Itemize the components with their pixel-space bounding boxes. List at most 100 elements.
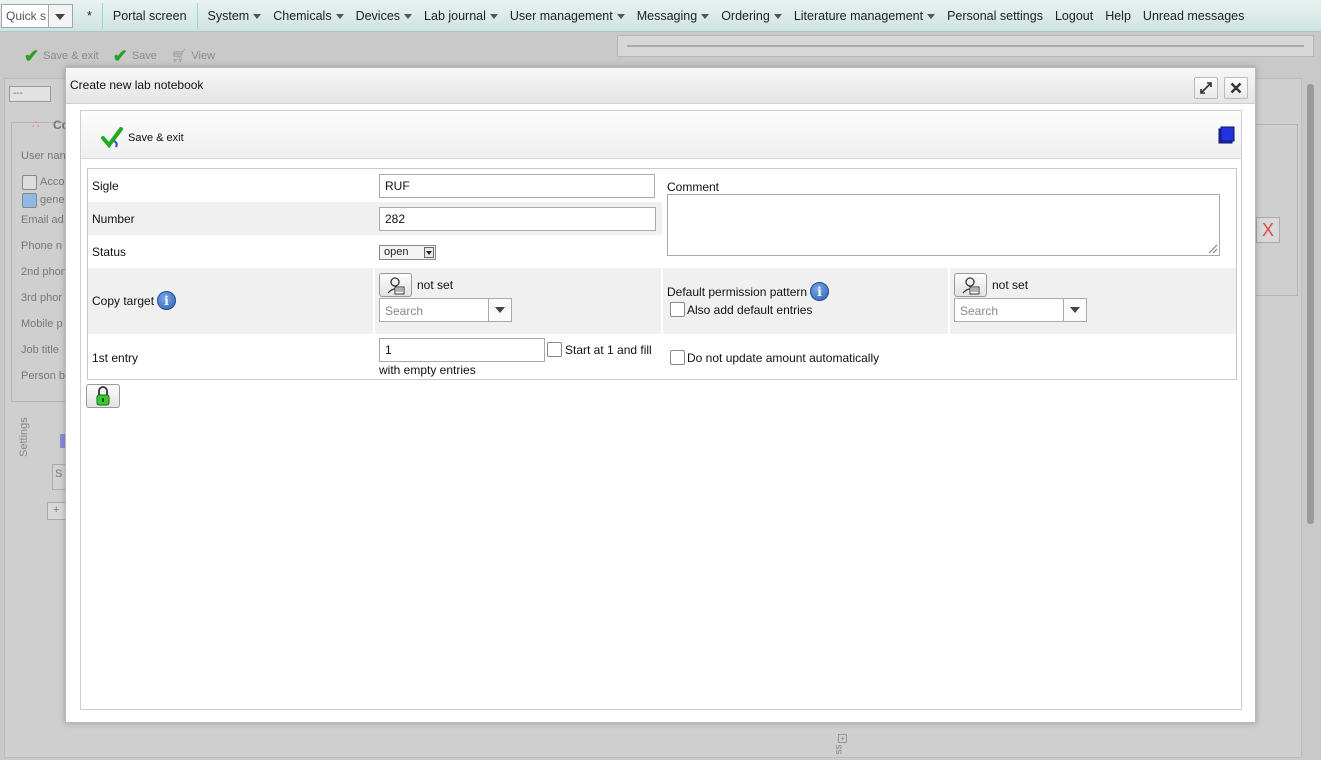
page-scrollbar[interactable] xyxy=(1306,84,1316,754)
background-progress-area xyxy=(617,35,1314,57)
menu-item-literature-management[interactable]: Literature management xyxy=(788,0,941,32)
menu-item-chemicals[interactable]: Chemicals xyxy=(267,0,349,32)
menu-item-devices[interactable]: Devices xyxy=(350,0,418,32)
bg-settings-button[interactable]: S xyxy=(52,464,66,490)
menu-item-label: Literature management xyxy=(793,8,924,23)
expand-arrows-icon xyxy=(1200,82,1212,94)
bg-settings-tab[interactable]: Settings xyxy=(18,417,30,457)
book-icon[interactable] xyxy=(1217,126,1235,144)
menu-item-help[interactable]: Help xyxy=(1099,0,1137,32)
status-select[interactable]: open xyxy=(379,245,436,260)
menu-item-label: System xyxy=(207,8,250,23)
chevron-down-icon xyxy=(616,14,625,19)
comment-label: Comment xyxy=(667,180,720,194)
menu-item-label: Logout xyxy=(1054,8,1094,23)
bg-checkbox-checked[interactable] xyxy=(22,193,37,208)
start-at-1-label: Start at 1 and fill xyxy=(565,343,652,357)
expand-icon: + xyxy=(838,734,847,743)
chevron-down-icon xyxy=(495,307,505,313)
bg-bottom-tab[interactable]: + ss xyxy=(820,732,874,756)
quick-search: Quick s xyxy=(1,3,73,28)
bg-field-label: 2nd phon xyxy=(21,266,67,278)
default-permission-search-placeholder: Search xyxy=(960,304,999,318)
bg-field-label: User nan xyxy=(21,150,66,162)
do-not-update-checkbox[interactable] xyxy=(670,350,685,365)
quick-search-input[interactable]: Quick s xyxy=(1,3,49,28)
checkmark-icon: ✔ xyxy=(112,46,128,66)
bg-checkbox[interactable] xyxy=(22,175,37,190)
menu-item-personal-settings[interactable]: Personal settings xyxy=(941,0,1049,32)
menu-item-label: Devices xyxy=(355,8,401,23)
bg-field-label: Mobile p xyxy=(21,318,63,330)
close-icon xyxy=(1230,82,1242,94)
users-icon: ⛬ xyxy=(32,118,40,130)
also-add-default-checkbox[interactable] xyxy=(670,302,685,317)
menu-item-unread-messages[interactable]: Unread messages xyxy=(1137,0,1250,32)
bg-add-button[interactable]: + xyxy=(47,502,66,520)
copy-target-search-placeholder: Search xyxy=(385,304,424,318)
menu-item-system[interactable]: System xyxy=(202,0,268,32)
bg-save-exit-button[interactable]: ✔ Save & exit xyxy=(24,47,99,65)
bg-save-button[interactable]: ✔ Save xyxy=(113,47,157,65)
menu-item-ordering[interactable]: Ordering xyxy=(715,0,788,32)
menu-item-label: Personal settings xyxy=(947,8,1043,23)
dialog-titlebar[interactable]: Create new lab notebook xyxy=(66,68,1255,104)
first-entry-label: 1st entry xyxy=(92,351,139,365)
start-at-1-checkbox[interactable] xyxy=(547,342,562,357)
bg-field-label: Acco xyxy=(40,176,65,188)
bg-view-label: View xyxy=(191,50,216,62)
menu-item-label: Unread messages xyxy=(1142,8,1245,23)
chevron-down-icon xyxy=(404,14,413,19)
menu-item-label: Help xyxy=(1105,8,1131,23)
status-label: Status xyxy=(92,245,127,259)
bg-save-label: Save xyxy=(131,50,157,62)
also-add-default-label: Also add default entries xyxy=(687,303,813,317)
start-at-1-label-continued: with empty entries xyxy=(379,363,476,377)
bg-right-panel xyxy=(1254,124,1298,296)
default-permission-label: Default permission pattern xyxy=(667,285,808,299)
menu-item-logout[interactable]: Logout xyxy=(1049,0,1099,32)
info-icon[interactable]: i xyxy=(810,282,829,301)
copy-target-search-dropdown[interactable] xyxy=(488,299,511,321)
user-picker-icon xyxy=(387,277,405,295)
copy-target-pick-button[interactable] xyxy=(379,273,412,297)
create-lab-notebook-dialog: Create new lab notebook Save & exit Sigl… xyxy=(65,67,1256,723)
user-picker-icon xyxy=(962,277,980,295)
menu-item-user-management[interactable]: User management xyxy=(504,0,631,32)
menu-separator xyxy=(196,2,198,29)
menu-item-label: Chemicals xyxy=(273,8,332,23)
copy-target-search[interactable]: Search xyxy=(379,298,512,322)
menu-item-lab-journal[interactable]: Lab journal xyxy=(418,0,504,32)
menu-item-portal-screen[interactable]: Portal screen xyxy=(107,0,193,32)
bg-bottom-tab-label: ss xyxy=(833,744,845,755)
dialog-toolbar: Save & exit xyxy=(81,111,1241,159)
chevron-down-icon xyxy=(424,247,434,258)
first-entry-input[interactable]: 1 xyxy=(379,338,545,362)
close-button[interactable] xyxy=(1224,77,1248,99)
menu-item-label: User management xyxy=(509,8,613,23)
chevron-down-icon xyxy=(773,14,782,19)
default-permission-search[interactable]: Search xyxy=(954,298,1087,322)
bg-view-button[interactable]: 🛒︎ View xyxy=(171,48,215,64)
bg-delete-button[interactable]: X xyxy=(1256,217,1280,243)
comment-textarea[interactable] xyxy=(667,194,1220,256)
sigle-input[interactable]: RUF xyxy=(379,174,655,198)
chevron-down-icon xyxy=(253,14,262,19)
default-permission-search-dropdown[interactable] xyxy=(1063,299,1086,321)
background-toolbar: ✔ Save & exit ✔ Save 🛒︎ View xyxy=(24,47,215,65)
menu-item-messaging[interactable]: Messaging xyxy=(631,0,715,32)
default-permission-value: not set xyxy=(992,278,1029,292)
menu-item-label: Ordering xyxy=(721,8,770,23)
number-input[interactable]: 282 xyxy=(379,207,656,231)
lock-button[interactable] xyxy=(86,384,120,408)
bg-select[interactable]: --- xyxy=(9,86,51,102)
quick-search-dropdown-button[interactable] xyxy=(49,3,73,28)
info-icon[interactable]: i xyxy=(157,291,176,310)
maximize-button[interactable] xyxy=(1194,77,1218,99)
resize-grip-icon[interactable] xyxy=(1208,244,1218,254)
checkmark-icon: ✔ xyxy=(24,46,40,66)
default-permission-pick-button[interactable] xyxy=(954,273,987,297)
save-exit-button[interactable]: Save & exit xyxy=(101,127,184,149)
menu-item-favorites[interactable]: * xyxy=(81,0,98,32)
menu-item-label: Lab journal xyxy=(424,8,486,23)
